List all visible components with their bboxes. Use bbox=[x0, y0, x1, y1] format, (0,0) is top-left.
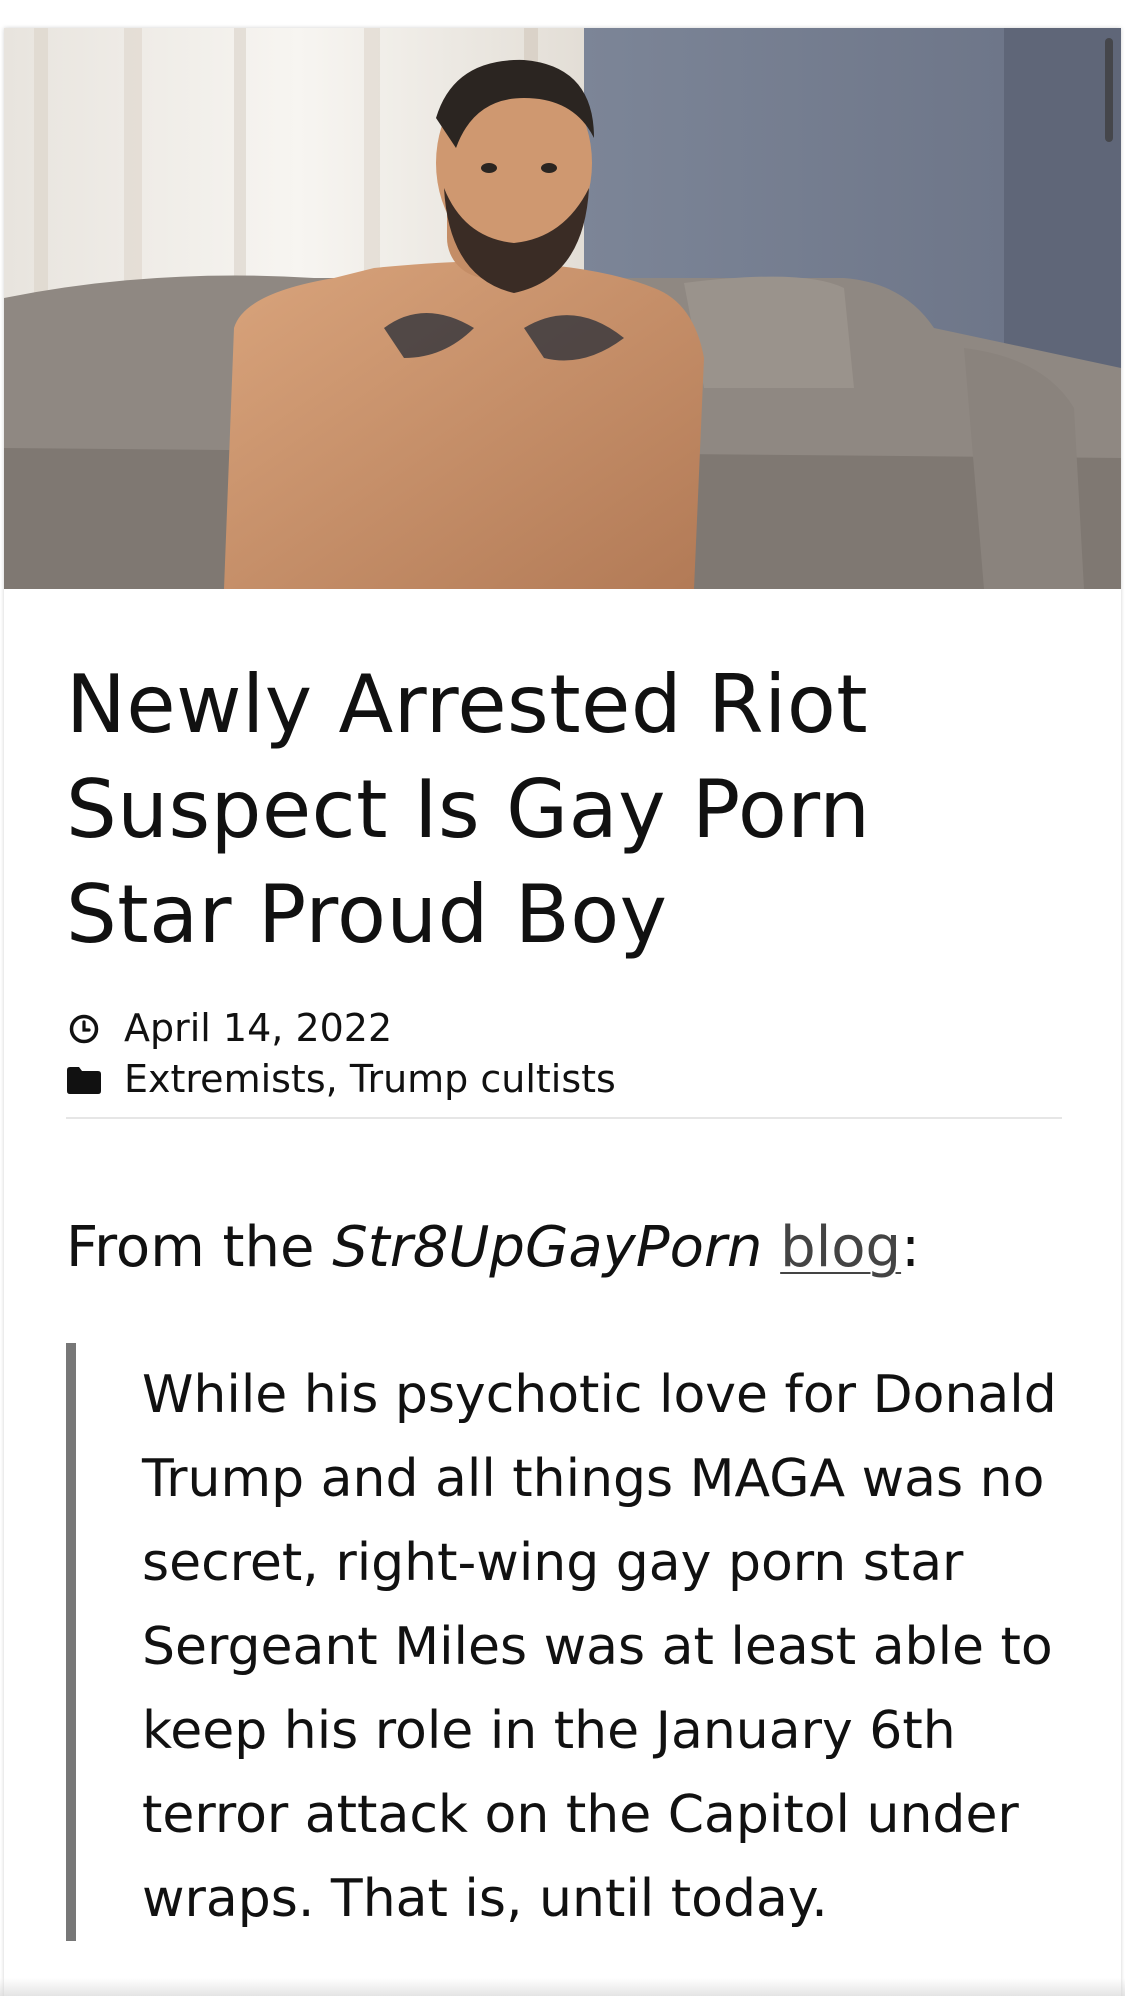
lead-suffix: : bbox=[901, 1215, 920, 1280]
page: Newly Arrested Riot Suspect Is Gay Porn … bbox=[0, 0, 1125, 1996]
date-row: April 14, 2022 bbox=[66, 1003, 1062, 1054]
article-date: April 14, 2022 bbox=[124, 1006, 393, 1050]
article-meta: April 14, 2022 Extremists, Trump cultist… bbox=[66, 1003, 1062, 1119]
quote-text: While his psychotic love for Donald Trum… bbox=[142, 1365, 1057, 1929]
meta-divider bbox=[66, 1117, 1062, 1119]
hero-image bbox=[4, 28, 1121, 589]
article-title: Newly Arrested Riot Suspect Is Gay Porn … bbox=[66, 658, 871, 961]
category-link[interactable]: Extremists bbox=[124, 1057, 326, 1101]
blog-link[interactable]: blog bbox=[780, 1215, 901, 1280]
lead-prefix: From the bbox=[66, 1215, 333, 1280]
bottom-edge bbox=[0, 1978, 1125, 1996]
scrollbar-thumb[interactable] bbox=[1105, 38, 1113, 142]
folder-icon bbox=[66, 1062, 102, 1098]
blockquote: While his psychotic love for Donald Trum… bbox=[66, 1343, 1062, 1941]
source-name: Str8UpGayPorn bbox=[332, 1215, 763, 1280]
article-card: Newly Arrested Riot Suspect Is Gay Porn … bbox=[4, 28, 1121, 1996]
categories-list: Extremists, Trump cultists bbox=[124, 1054, 616, 1105]
article-content: Newly Arrested Riot Suspect Is Gay Porn … bbox=[66, 652, 1062, 1993]
category-link[interactable]: Trump cultists bbox=[350, 1057, 616, 1101]
clock-icon bbox=[66, 1011, 102, 1047]
lead-space bbox=[762, 1215, 780, 1280]
category-separator: , bbox=[325, 1057, 350, 1101]
lead-paragraph: From the Str8UpGayPorn blog: bbox=[66, 1213, 1062, 1283]
categories-row: Extremists, Trump cultists bbox=[66, 1054, 1062, 1105]
